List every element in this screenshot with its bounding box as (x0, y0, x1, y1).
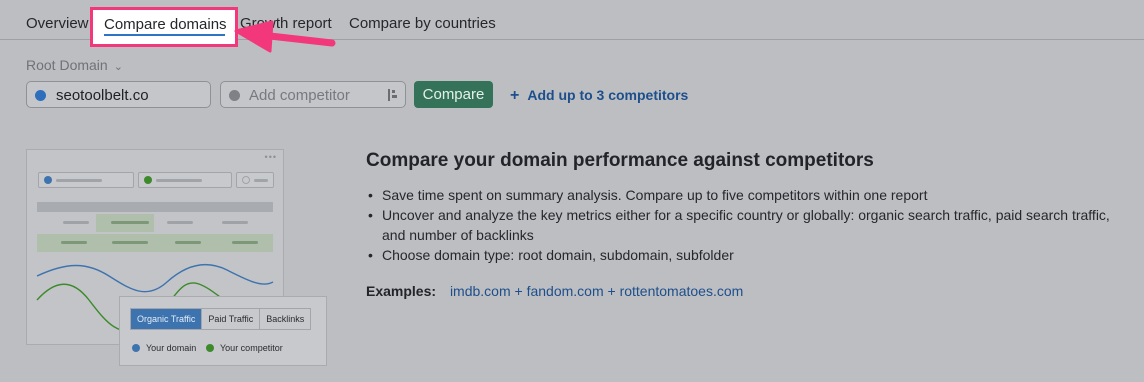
blue-dot-icon (132, 344, 140, 352)
chevron-down-icon: ⌄ (113, 61, 123, 73)
examples-label: Examples: (366, 283, 437, 299)
add-competitors-label: Add up to 3 competitors (527, 87, 689, 103)
examples-row: Examples: imdb.com + fandom.com + rotten… (366, 283, 743, 299)
legend-your-domain: Your domain (132, 343, 196, 353)
illustration-tab-organic: Organic Traffic (131, 309, 203, 329)
highlighted-tab-underline (104, 34, 225, 36)
illustration-legend-card: Organic Traffic Paid Traffic Backlinks Y… (119, 296, 327, 366)
examples-link[interactable]: imdb.com + fandom.com + rottentomatoes.c… (450, 283, 743, 299)
domain-input-value: seotoolbelt.co (56, 87, 149, 104)
legend-your-competitor: Your competitor (206, 343, 283, 353)
highlighted-tab-label: Compare domains (104, 16, 227, 33)
tab-compare-by-countries[interactable]: Compare by countries (349, 15, 496, 32)
competitor-input-placeholder: Add competitor (249, 87, 350, 104)
legend-your-competitor-label: Your competitor (220, 343, 283, 353)
green-dot-icon (206, 344, 214, 352)
highlighted-tab-compare-domains[interactable]: Compare domains (90, 7, 238, 47)
illustration-tab-backlinks: Backlinks (266, 314, 305, 324)
root-domain-dropdown[interactable]: Root Domain ⌄ (26, 57, 123, 73)
tab-overview[interactable]: Overview (26, 15, 89, 32)
promo-headline: Compare your domain performance against … (366, 150, 874, 171)
promo-bullet: Uncover and analyze the key metrics eith… (366, 205, 1136, 245)
legend-your-domain-label: Your domain (146, 343, 197, 353)
promo-bullet: Save time spent on summary analysis. Com… (366, 185, 1136, 205)
plus-icon: + (510, 87, 520, 104)
promo-bullet: Choose domain type: root domain, subdoma… (366, 245, 1136, 265)
domain-input[interactable]: seotoolbelt.co (26, 81, 211, 108)
ruler-icon[interactable] (387, 88, 399, 102)
competitor-dot-icon (229, 90, 240, 101)
promo-bullet-list: Save time spent on summary analysis. Com… (366, 185, 1136, 265)
competitor-input[interactable]: Add competitor (220, 81, 406, 108)
annotation-arrow-icon (234, 20, 336, 53)
illustration-tabs: Organic Traffic Paid Traffic Backlinks (130, 308, 312, 330)
root-domain-label: Root Domain (26, 57, 108, 73)
your-domain-dot-icon (35, 90, 46, 101)
compare-button[interactable]: Compare (414, 81, 493, 108)
add-competitors-link[interactable]: + Add up to 3 competitors (510, 87, 688, 105)
illustration-tab-paid: Paid Traffic (202, 309, 261, 329)
